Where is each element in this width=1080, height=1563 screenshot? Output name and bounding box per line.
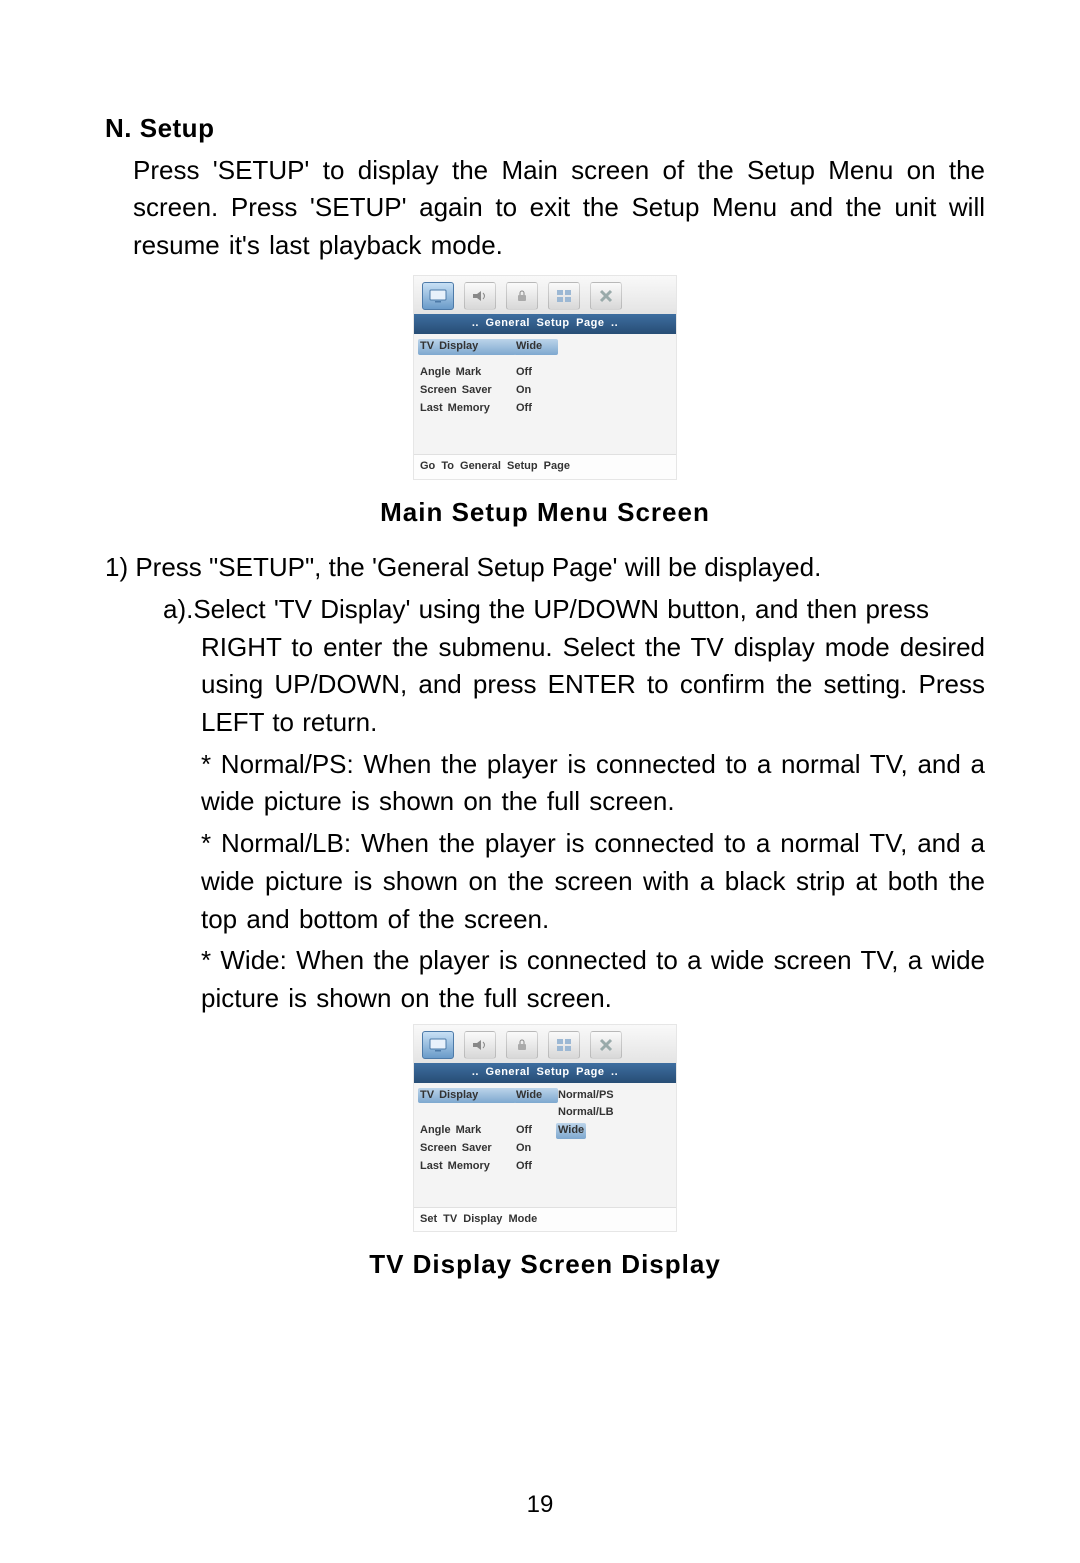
menu-row-value: On [516,383,558,399]
close-icon [590,282,622,310]
step-1a-lead: a).Select 'TV Display' using the UP/DOWN… [163,594,929,624]
step-1a-body: RIGHT to enter the submenu. Select the T… [201,629,985,742]
bullet-normal-ps: * Normal/PS: When the player is connecte… [201,746,985,821]
menu-row-value [516,1105,558,1121]
grid-icon [548,1031,580,1059]
speaker-icon [464,1031,496,1059]
menu-title: .. General Setup Page .. [414,1063,676,1083]
submenu-option: Normal/LB [558,1105,636,1121]
menu-row-value: On [516,1141,558,1157]
menu-row: Last Memory Off [420,400,670,418]
step-1a: a).Select 'TV Display' using the UP/DOWN… [163,591,985,742]
grid-icon [548,282,580,310]
menu-row: Last Memory Off [420,1158,670,1176]
menu-row-value: Off [516,1159,558,1175]
figure-caption-2: TV Display Screen Display [105,1246,985,1284]
submenu-option: Normal/PS [558,1088,636,1104]
setup-menu-figure-1: .. General Setup Page .. TV Display Wide… [413,275,677,480]
submenu-option-selected: Wide [558,1123,636,1139]
menu-row-value: Wide [514,1088,558,1104]
bullet-wide: * Wide: When the player is connected to … [201,942,985,1017]
menu-row-label: Last Memory [420,401,516,417]
menu-row-label: Last Memory [420,1159,516,1175]
menu-row-label: Screen Saver [420,1141,516,1157]
menu-row: Angle Mark Off Wide [420,1122,670,1140]
figure-caption-1: Main Setup Menu Screen [105,494,985,532]
speaker-icon [464,282,496,310]
menu-row: TV Display Wide Normal/PS [420,1087,670,1105]
menu-row-spacer [420,356,670,364]
menu-row: TV Display Wide [420,338,670,356]
menu-body: TV Display Wide Angle Mark Off Screen Sa… [414,334,676,454]
menu-row: Screen Saver On [420,382,670,400]
step-1: 1) Press "SETUP", the 'General Setup Pag… [105,549,985,587]
menu-icon-row [414,1025,676,1063]
menu-row-label: Angle Mark [420,365,516,381]
menu-row-value: Off [516,1123,558,1139]
tv-icon [422,282,454,310]
intro-paragraph: Press 'SETUP' to display the Main screen… [133,152,985,265]
menu-row-label: TV Display [418,1088,516,1104]
lock-icon [506,282,538,310]
menu-row-value: Off [516,365,558,381]
menu-row-label [420,1105,516,1121]
menu-title: .. General Setup Page .. [414,314,676,334]
menu-row-value: Wide [514,339,558,355]
section-heading: N. Setup [105,110,985,148]
menu-icon-row [414,276,676,314]
menu-row-value: Off [516,401,558,417]
close-icon [590,1031,622,1059]
menu-row: Normal/LB [420,1104,670,1122]
menu-row-label: TV Display [418,339,516,355]
lock-icon [506,1031,538,1059]
menu-row-label: Screen Saver [420,383,516,399]
page-number: 19 [0,1488,1080,1523]
menu-row: Angle Mark Off [420,364,670,382]
setup-menu-figure-2: .. General Setup Page .. TV Display Wide… [413,1024,677,1233]
tv-icon [422,1031,454,1059]
menu-row: Screen Saver On [420,1140,670,1158]
menu-row-label: Angle Mark [420,1123,516,1139]
bullet-normal-lb: * Normal/LB: When the player is connecte… [201,825,985,938]
menu-body: TV Display Wide Normal/PS Normal/LB Angl… [414,1083,676,1207]
menu-footer: Go To General Setup Page [414,454,676,479]
manual-page: N. Setup Press 'SETUP' to display the Ma… [0,0,1080,1563]
menu-footer: Set TV Display Mode [414,1207,676,1232]
